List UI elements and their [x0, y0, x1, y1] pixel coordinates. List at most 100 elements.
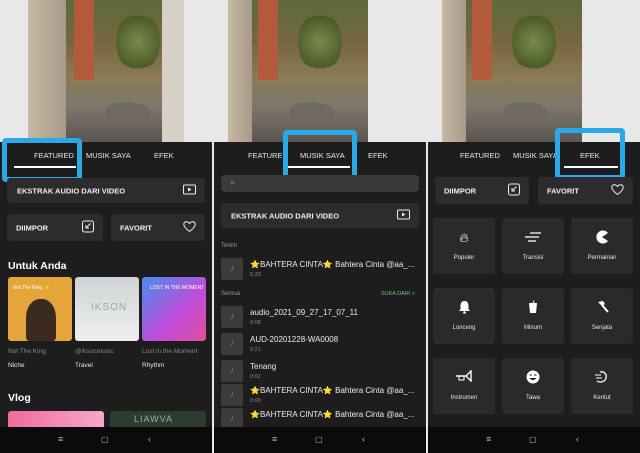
extract-audio-label: EKSTRAK AUDIO DARI VIDEO	[17, 186, 126, 195]
recent-track[interactable]: ♪ ⭐BAHTERA CINTA⭐ Bahtera Cinta @aa_... …	[214, 255, 426, 283]
track-row[interactable]: ♪ audio_2021_09_27_17_07_11 0:08	[214, 303, 426, 331]
effect-label: Permainan	[587, 255, 617, 261]
effect-label: Populer	[453, 255, 475, 261]
fart-icon	[571, 370, 633, 387]
card-travel-subtitle: @iksonmusic	[75, 348, 114, 355]
import-icon	[508, 183, 520, 198]
effect-lonceng[interactable]: Lonceng	[433, 288, 495, 344]
fire-icon: 🔥︎	[459, 230, 469, 245]
import-icon	[82, 220, 94, 235]
transition-icon	[502, 230, 564, 245]
search-icon: ⌕	[230, 177, 236, 187]
video-preview	[0, 0, 212, 142]
heart-icon	[183, 220, 196, 235]
card-travel-text: IKSON	[91, 302, 128, 313]
imported-button[interactable]: DIIMPOR	[7, 214, 103, 241]
tab-featured[interactable]: FEATURED	[460, 151, 500, 160]
video-icon	[397, 209, 410, 222]
tab-efek[interactable]: EFEK	[154, 151, 174, 160]
vlog-card-2[interactable]: LIAWVA	[110, 411, 206, 427]
effect-label: Lonceng	[452, 325, 476, 331]
menu-nav-icon[interactable]: ≡	[486, 434, 491, 444]
android-nav-bar: ≡ ▢ ‹	[428, 427, 640, 453]
effect-label: Minum	[523, 325, 542, 331]
menu-nav-icon[interactable]: ≡	[58, 434, 63, 444]
effect-instrumen[interactable]: Instrumen	[433, 358, 495, 414]
extract-audio-button[interactable]: EKSTRAK AUDIO DARI VIDEO	[7, 178, 205, 203]
track-duration: 5:33	[250, 272, 261, 278]
effect-label: Transisi	[522, 255, 544, 261]
effect-label: Senjata	[591, 325, 613, 331]
video-frame	[442, 0, 582, 142]
music-note-icon: ♪	[221, 258, 243, 280]
effect-kentut[interactable]: Kentut	[571, 358, 633, 414]
menu-nav-icon[interactable]: ≡	[272, 434, 277, 444]
highlight-box	[2, 138, 82, 182]
card-niche-subtitle: Not The King	[8, 348, 46, 355]
favorite-label: FAVORIT	[120, 223, 152, 232]
card-rhythm-text: LOST IN THE MOMENT	[150, 285, 205, 291]
all-label: Semua	[221, 291, 241, 297]
effects-panel: FEATURED MUSIK SAYA EFEK DIIMPOR FAVORIT…	[428, 0, 640, 453]
card-travel[interactable]: IKSON	[75, 277, 139, 341]
effect-tawa[interactable]: Tawa	[502, 358, 564, 414]
video-preview	[214, 0, 426, 142]
featured-panel: FEATURED MUSIK SAYA EFEK EKSTRAK AUDIO D…	[0, 0, 212, 453]
home-nav-icon[interactable]: ▢	[529, 435, 537, 444]
effect-populer[interactable]: 🔥︎ Populer	[433, 218, 495, 274]
back-nav-icon[interactable]: ‹	[362, 434, 365, 444]
section-vlog: Vlog	[8, 392, 31, 404]
vlog-card-1[interactable]	[8, 411, 104, 427]
track-row[interactable]: ♪ AUD-20201228-WA0008 0:21	[214, 330, 426, 358]
heart-icon	[611, 183, 624, 198]
card-niche[interactable]: Not The King. 👉	[8, 277, 72, 341]
home-nav-icon[interactable]: ▢	[101, 435, 109, 444]
vlog-card-2-text: LIAWVA	[134, 414, 174, 424]
search-input[interactable]: ⌕	[221, 175, 419, 192]
track-title: ⭐BAHTERA CINTA⭐ Bahtera Cinta @aa_...	[250, 386, 415, 395]
track-title: ⭐BAHTERA CINTA⭐ Bahtera Cinta @aa_...	[250, 410, 415, 419]
section-for-you: Untuk Anda	[8, 260, 67, 272]
music-note-icon: ♪	[221, 384, 243, 406]
card-rhythm[interactable]: LOST IN THE MOMENT	[142, 277, 206, 341]
track-title: AUD-20201228-WA0008	[250, 335, 339, 344]
track-title: audio_2021_09_27_17_07_11	[250, 308, 358, 317]
favorite-button[interactable]: FAVORIT	[538, 177, 633, 204]
pacman-icon	[571, 230, 633, 247]
favorites-link[interactable]: SUKA DARI >	[381, 291, 415, 297]
effect-senjata[interactable]: Senjata	[571, 288, 633, 344]
highlight-box	[555, 128, 625, 180]
video-icon	[183, 184, 196, 197]
back-nav-icon[interactable]: ‹	[576, 434, 579, 444]
favorite-label: FAVORIT	[547, 186, 579, 195]
android-nav-bar: ≡ ▢ ‹	[0, 427, 212, 453]
extract-audio-button[interactable]: EKSTRAK AUDIO DARI VIDEO	[221, 203, 419, 228]
imported-label: DIIMPOR	[444, 186, 477, 195]
music-note-icon: ♪	[221, 333, 243, 355]
video-frame	[28, 0, 184, 142]
trumpet-icon	[433, 369, 495, 385]
screenshot-composite: FEATURED MUSIK SAYA EFEK EKSTRAK AUDIO D…	[0, 0, 640, 453]
card-niche-text: Not The King. 👉	[13, 285, 52, 291]
card-rhythm-subtitle: Lost in the Moment	[142, 348, 198, 355]
effect-minum[interactable]: Minum	[502, 288, 564, 344]
favorite-button[interactable]: FAVORIT	[111, 214, 205, 241]
tab-musik-saya[interactable]: MUSIK SAYA	[513, 151, 558, 160]
card-travel-title: Travel	[75, 362, 93, 369]
bell-icon	[433, 300, 495, 317]
recent-label: Terkin	[221, 243, 238, 249]
effect-label: Instrumen	[450, 395, 478, 401]
effect-permainan[interactable]: Permainan	[571, 218, 633, 274]
tab-musik-saya[interactable]: MUSIK SAYA	[86, 151, 131, 160]
tab-efek[interactable]: EFEK	[368, 151, 388, 160]
home-nav-icon[interactable]: ▢	[315, 435, 323, 444]
track-duration: 0:08	[250, 320, 261, 326]
effect-transisi[interactable]: Transisi	[502, 218, 564, 274]
back-nav-icon[interactable]: ‹	[148, 434, 151, 444]
track-duration: 0:21	[250, 347, 261, 353]
tab-featured[interactable]: FEATURED	[248, 151, 288, 160]
extract-audio-label: EKSTRAK AUDIO DARI VIDEO	[231, 211, 340, 220]
laugh-icon	[502, 370, 564, 387]
imported-button[interactable]: DIIMPOR	[435, 177, 529, 204]
track-title: Tenang	[250, 362, 277, 371]
